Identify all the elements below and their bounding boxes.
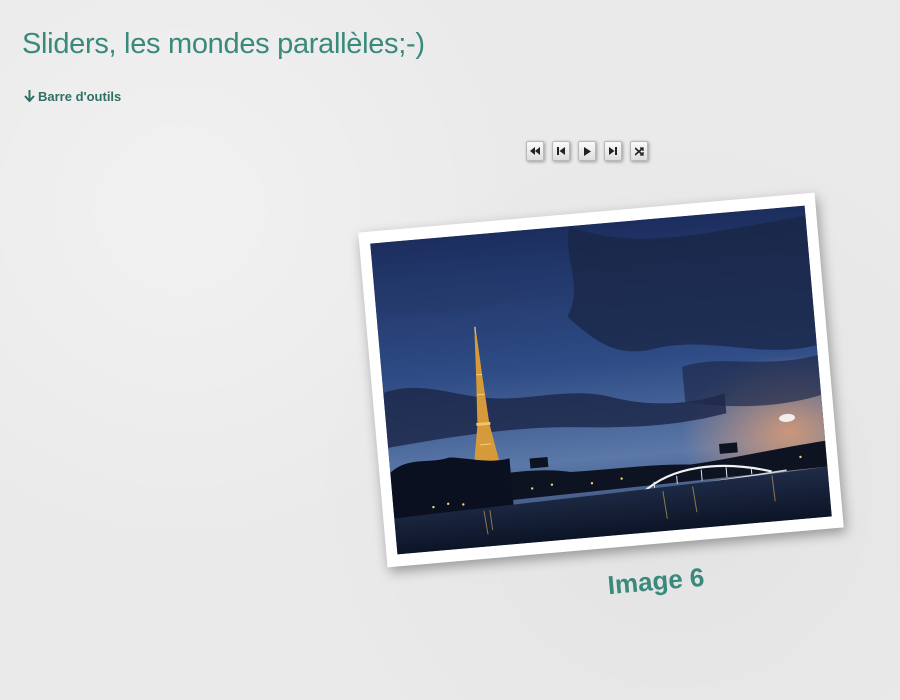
play-button[interactable] [578, 141, 596, 161]
toolbar-link-label: Barre d'outils [38, 89, 122, 104]
first-icon [530, 147, 540, 155]
slide-image[interactable] [370, 205, 832, 555]
previous-button[interactable] [552, 141, 570, 161]
last-icon [608, 147, 618, 155]
shuffle-button[interactable] [630, 141, 648, 161]
toolbar-link[interactable]: Barre d'outils [24, 89, 121, 104]
last-button[interactable] [604, 141, 622, 161]
previous-icon [557, 147, 565, 155]
slide-caption: Image 6 [606, 561, 706, 601]
play-icon [583, 146, 591, 156]
slider-controls [526, 141, 648, 161]
page-title: Sliders, les mondes parallèles;-) [22, 28, 425, 60]
first-button[interactable] [526, 141, 544, 161]
slide-frame [358, 192, 844, 568]
arrow-down-icon [24, 89, 35, 104]
shuffle-icon [634, 146, 644, 156]
